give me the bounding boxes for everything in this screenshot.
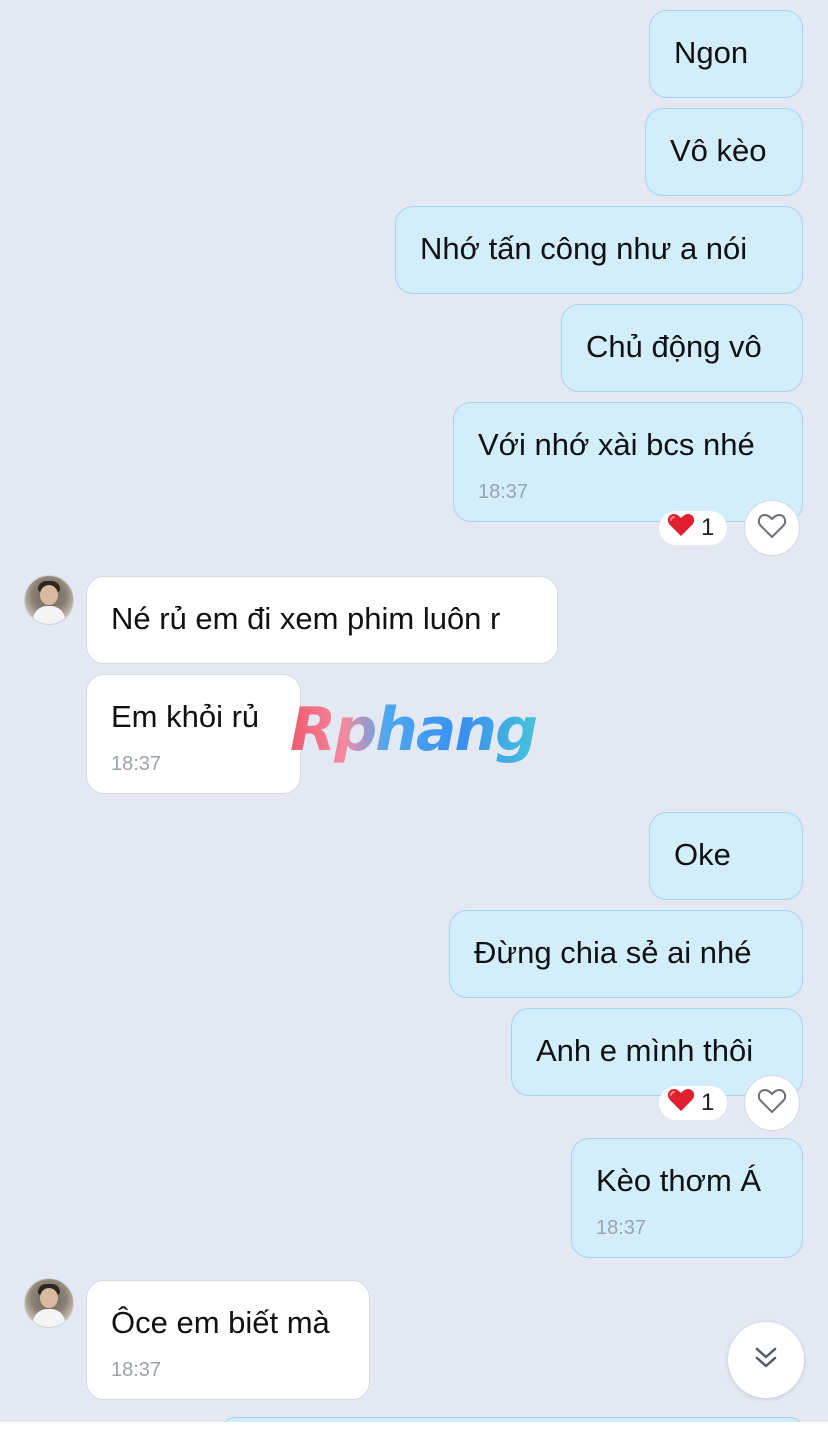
composer-bar bbox=[0, 1422, 828, 1448]
message-text: Kèo thơm Á bbox=[596, 1163, 762, 1198]
message-bubble-outgoing[interactable]: Chủ động vô bbox=[561, 304, 803, 392]
message-text: Em khỏi rủ bbox=[111, 699, 260, 734]
message-text: Ôce em biết mà bbox=[111, 1305, 330, 1340]
message-text: Đừng chia sẻ ai nhé bbox=[474, 935, 752, 970]
message-bubble-outgoing[interactable]: Vô kèo bbox=[645, 108, 803, 196]
message-bubble-incoming[interactable]: Né rủ em đi xem phim luôn r bbox=[86, 576, 558, 664]
heart-outline-icon bbox=[757, 1087, 787, 1120]
message-text: Anh e mình thôi bbox=[536, 1033, 754, 1068]
message-bubble-outgoing[interactable]: Với nhớ xài bcs nhé 18:37 bbox=[453, 402, 803, 522]
react-button[interactable] bbox=[744, 500, 800, 556]
watermark-logo: Rphang bbox=[290, 695, 538, 765]
message-text: Né rủ em đi xem phim luôn r bbox=[111, 601, 501, 636]
reaction-count: 1 bbox=[701, 1089, 715, 1116]
heart-outline-icon bbox=[757, 512, 787, 545]
reaction-count: 1 bbox=[701, 514, 715, 541]
message-timestamp: 18:37 bbox=[478, 481, 529, 503]
avatar[interactable] bbox=[24, 1278, 74, 1328]
scroll-to-bottom-button[interactable] bbox=[728, 1322, 804, 1398]
reaction-badge[interactable]: 1 bbox=[659, 1086, 727, 1120]
message-timestamp: 18:37 bbox=[111, 753, 162, 775]
message-bubble-outgoing[interactable]: Kèo thơm Á 18:37 bbox=[571, 1138, 803, 1258]
avatar[interactable] bbox=[24, 575, 74, 625]
double-chevron-down-icon bbox=[752, 1344, 780, 1377]
react-button[interactable] bbox=[744, 1075, 800, 1131]
message-text: Với nhớ xài bcs nhé bbox=[478, 427, 755, 462]
message-text: Chủ động vô bbox=[586, 329, 762, 364]
message-text: Oke bbox=[674, 837, 731, 872]
message-bubble-outgoing[interactable]: Oke bbox=[649, 812, 803, 900]
message-bubble-incoming[interactable]: Ôce em biết mà 18:37 bbox=[86, 1280, 370, 1400]
message-bubble-incoming[interactable]: Em khỏi rủ 18:37 bbox=[86, 674, 301, 794]
message-bubble-outgoing[interactable]: Nhớ tấn công như a nói bbox=[395, 206, 803, 294]
message-text: Vô kèo bbox=[670, 133, 767, 168]
reaction-badge[interactable]: 1 bbox=[659, 511, 727, 545]
message-timestamp: 18:37 bbox=[596, 1217, 647, 1239]
message-bubble-outgoing[interactable]: Ngon bbox=[649, 10, 803, 98]
message-timestamp: 18:37 bbox=[111, 1359, 162, 1381]
red-heart-icon bbox=[667, 1087, 695, 1120]
message-bubble-outgoing[interactable]: Đừng chia sẻ ai nhé bbox=[449, 910, 803, 998]
message-text: Ngon bbox=[674, 35, 749, 70]
message-text: Nhớ tấn công như a nói bbox=[420, 231, 748, 266]
red-heart-icon bbox=[667, 512, 695, 545]
